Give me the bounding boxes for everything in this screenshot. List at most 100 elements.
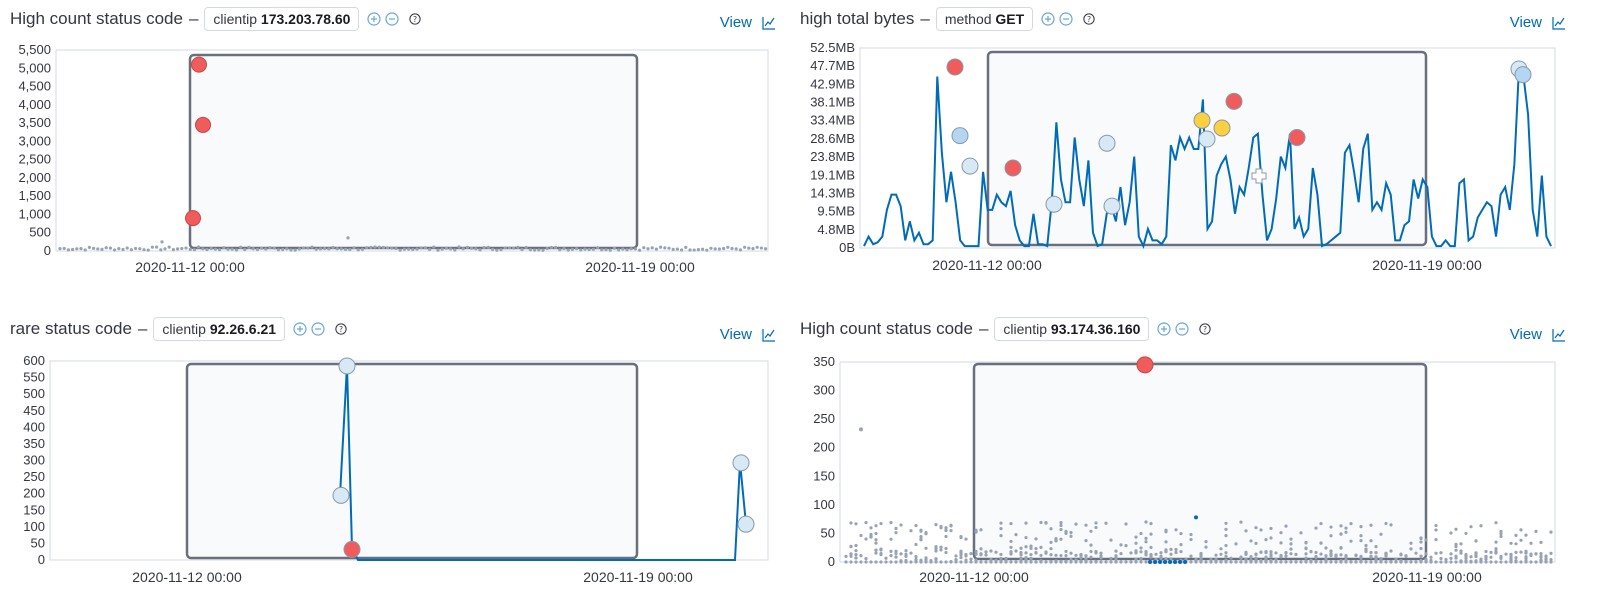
data-point bbox=[1004, 560, 1008, 564]
data-point bbox=[1314, 550, 1318, 555]
data-point bbox=[919, 560, 923, 564]
data-point bbox=[386, 246, 390, 250]
chart-plot-3[interactable]: 6005505004504003503002502001501005002020… bbox=[0, 300, 790, 600]
data-point bbox=[1029, 546, 1033, 550]
data-point bbox=[934, 557, 938, 561]
data-point bbox=[1114, 549, 1118, 553]
data-point bbox=[924, 560, 928, 564]
remove-filter-icon[interactable] bbox=[1175, 322, 1190, 336]
help-icon[interactable]: ? bbox=[1199, 323, 1212, 335]
add-filter-icon[interactable] bbox=[293, 322, 307, 336]
chart-plot-4[interactable]: 350 300 250 200 150 100 50 0 2020-11-12 00:00 202… bbox=[790, 300, 1580, 600]
data-point bbox=[75, 247, 79, 251]
data-point bbox=[1369, 550, 1373, 555]
help-icon[interactable]: ? bbox=[1083, 13, 1095, 25]
remove-filter-icon[interactable] bbox=[1059, 12, 1073, 26]
add-filter-icon[interactable] bbox=[1041, 12, 1055, 26]
data-point bbox=[663, 246, 667, 250]
line-chart-icon[interactable] bbox=[762, 328, 776, 342]
data-point bbox=[1389, 560, 1393, 564]
data-point bbox=[142, 248, 146, 252]
data-point bbox=[909, 529, 913, 533]
data-point bbox=[1359, 539, 1363, 543]
data-point bbox=[1054, 553, 1058, 557]
data-point bbox=[1084, 554, 1088, 558]
data-point bbox=[914, 542, 918, 547]
data-point bbox=[671, 247, 675, 251]
data-point bbox=[874, 551, 878, 555]
data-point bbox=[495, 248, 499, 252]
help-icon[interactable]: ? bbox=[335, 323, 347, 335]
data-point bbox=[1124, 522, 1128, 526]
add-filter-icon[interactable] bbox=[1157, 322, 1172, 336]
data-point bbox=[1164, 557, 1168, 561]
data-point bbox=[579, 248, 583, 252]
data-point bbox=[1119, 552, 1123, 556]
data-point bbox=[924, 532, 928, 536]
entity-filter-pill[interactable]: clientip 173.203.78.60 bbox=[204, 7, 360, 31]
chart-plot-1[interactable]: 5,500 5,000 4,500 4,000 3,500 3,000 2,500 2,000… bbox=[0, 0, 790, 300]
data-point bbox=[1034, 537, 1038, 541]
y-tick-label: 250 bbox=[23, 469, 45, 484]
entity-filter-pill[interactable]: clientip 92.26.6.21 bbox=[153, 317, 286, 341]
view-link[interactable]: View bbox=[1510, 326, 1566, 343]
data-point bbox=[1149, 532, 1153, 536]
data-point bbox=[959, 560, 963, 564]
data-point bbox=[1224, 521, 1228, 525]
data-point bbox=[1173, 560, 1177, 564]
data-point bbox=[1309, 549, 1313, 554]
data-point bbox=[1204, 545, 1208, 549]
line-chart-icon[interactable] bbox=[762, 16, 776, 30]
data-point bbox=[260, 246, 264, 250]
data-point bbox=[1149, 545, 1153, 550]
anomaly-marker bbox=[338, 357, 356, 375]
data-point bbox=[1249, 560, 1253, 564]
data-point bbox=[1339, 553, 1343, 557]
data-point bbox=[1509, 560, 1513, 564]
data-point bbox=[1519, 528, 1523, 532]
line-chart-icon[interactable] bbox=[1552, 16, 1566, 30]
data-point bbox=[1074, 553, 1078, 557]
data-point bbox=[1024, 545, 1028, 549]
data-point bbox=[608, 248, 612, 252]
data-point bbox=[864, 537, 868, 541]
data-point bbox=[511, 246, 516, 250]
data-point bbox=[222, 246, 226, 250]
data-point bbox=[889, 549, 893, 553]
data-point bbox=[1304, 560, 1308, 564]
data-point bbox=[1024, 535, 1028, 540]
data-point bbox=[1134, 560, 1138, 564]
anomaly-marker bbox=[343, 540, 361, 558]
anomaly-marker bbox=[1098, 134, 1116, 152]
data-point bbox=[1319, 560, 1323, 564]
data-point bbox=[864, 521, 868, 525]
data-point bbox=[646, 247, 650, 251]
line-chart-icon[interactable] bbox=[1552, 328, 1566, 342]
data-point bbox=[1249, 555, 1253, 559]
view-link[interactable]: View bbox=[1510, 14, 1566, 31]
x-tick-label: 2020-11-19 00:00 bbox=[1372, 569, 1482, 585]
entity-filter-pill[interactable]: method GET bbox=[935, 7, 1034, 31]
add-filter-icon[interactable] bbox=[367, 12, 382, 26]
data-point bbox=[705, 248, 709, 252]
chart-plot-2[interactable]: 52.5MB 47.7MB 42.9MB 38.1MB 33.4MB 28.6MB 23.8… bbox=[790, 0, 1580, 300]
remove-filter-icon[interactable] bbox=[385, 12, 400, 26]
data-point bbox=[1354, 553, 1358, 557]
data-point bbox=[1229, 556, 1233, 560]
data-point bbox=[1289, 560, 1293, 564]
view-link[interactable]: View bbox=[720, 14, 776, 31]
entity-filter-pill[interactable]: clientip 93.174.36.160 bbox=[994, 317, 1150, 341]
data-point bbox=[1269, 550, 1273, 554]
data-point bbox=[1359, 554, 1363, 558]
help-icon[interactable]: ? bbox=[409, 13, 422, 25]
data-point bbox=[281, 247, 285, 252]
data-point bbox=[764, 247, 768, 251]
data-point bbox=[201, 247, 205, 251]
view-link[interactable]: View bbox=[720, 326, 776, 343]
data-point bbox=[854, 543, 858, 548]
remove-filter-icon[interactable] bbox=[311, 322, 325, 336]
data-point bbox=[974, 530, 978, 534]
data-point bbox=[1289, 552, 1293, 556]
data-point bbox=[1329, 560, 1333, 564]
data-point bbox=[419, 246, 423, 250]
